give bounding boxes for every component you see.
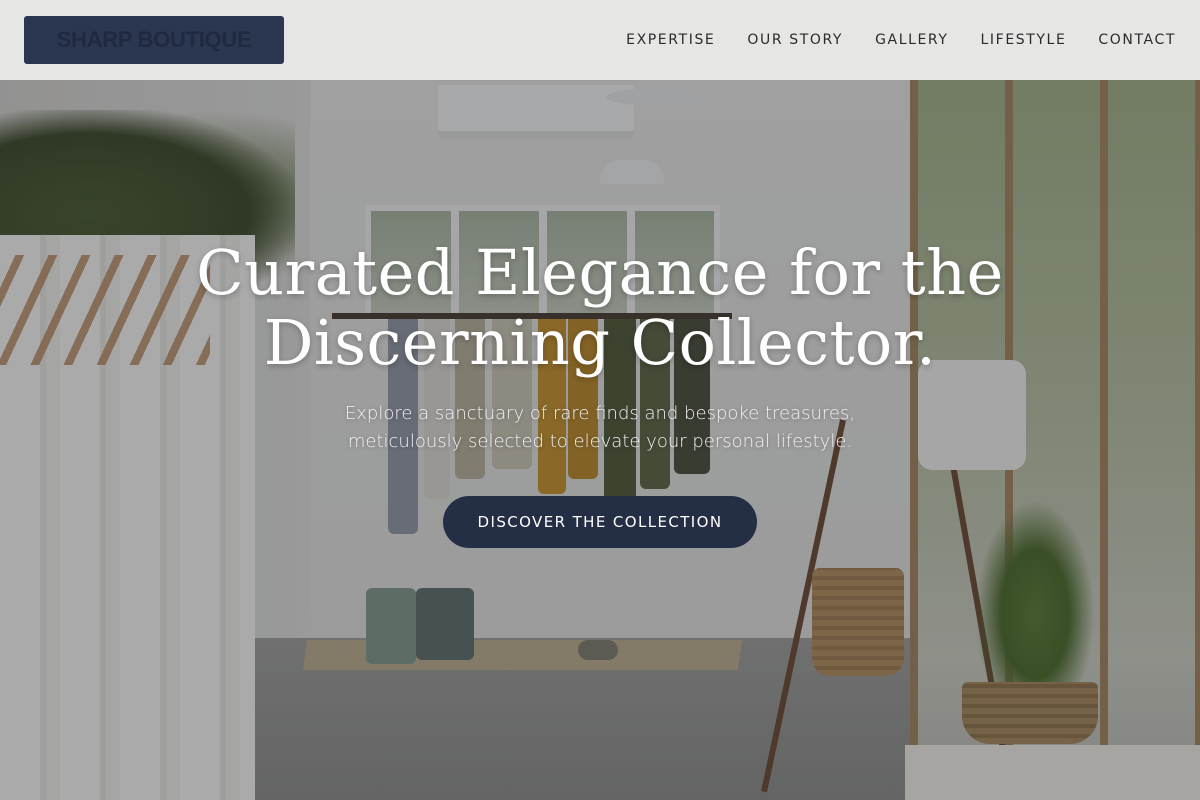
hero-title-line-2: Discerning Collector. (263, 306, 937, 379)
nav-link-our-story[interactable]: OUR STORY (747, 32, 843, 48)
main-nav: EXPERTISE OUR STORY GALLERY LIFESTYLE CO… (626, 0, 1176, 80)
discover-collection-button[interactable]: DISCOVER THE COLLECTION (443, 496, 757, 548)
nav-link-gallery[interactable]: GALLERY (875, 32, 948, 48)
hero-subtitle-line-1: Explore a sanctuary of rare finds and be… (344, 403, 856, 424)
hero-title-line-1: Curated Elegance for the (196, 236, 1004, 309)
hero-subtitle-line-2: meticulously selected to elevate your pe… (347, 431, 853, 452)
brand-logo-text: SHARP BOUTIQUE (56, 27, 252, 52)
nav-link-contact[interactable]: CONTACT (1098, 32, 1176, 48)
nav-link-expertise[interactable]: EXPERTISE (626, 32, 715, 48)
hero-subtitle: Explore a sanctuary of rare finds and be… (0, 400, 1200, 456)
hero-section: Curated Elegance for the Discerning Coll… (0, 238, 1200, 548)
brand-logo[interactable]: SHARP BOUTIQUE (24, 16, 284, 64)
hero-title: Curated Elegance for the Discerning Coll… (0, 238, 1200, 378)
site-header: SHARP BOUTIQUE EXPERTISE OUR STORY GALLE… (0, 0, 1200, 80)
nav-link-lifestyle[interactable]: LIFESTYLE (981, 32, 1067, 48)
